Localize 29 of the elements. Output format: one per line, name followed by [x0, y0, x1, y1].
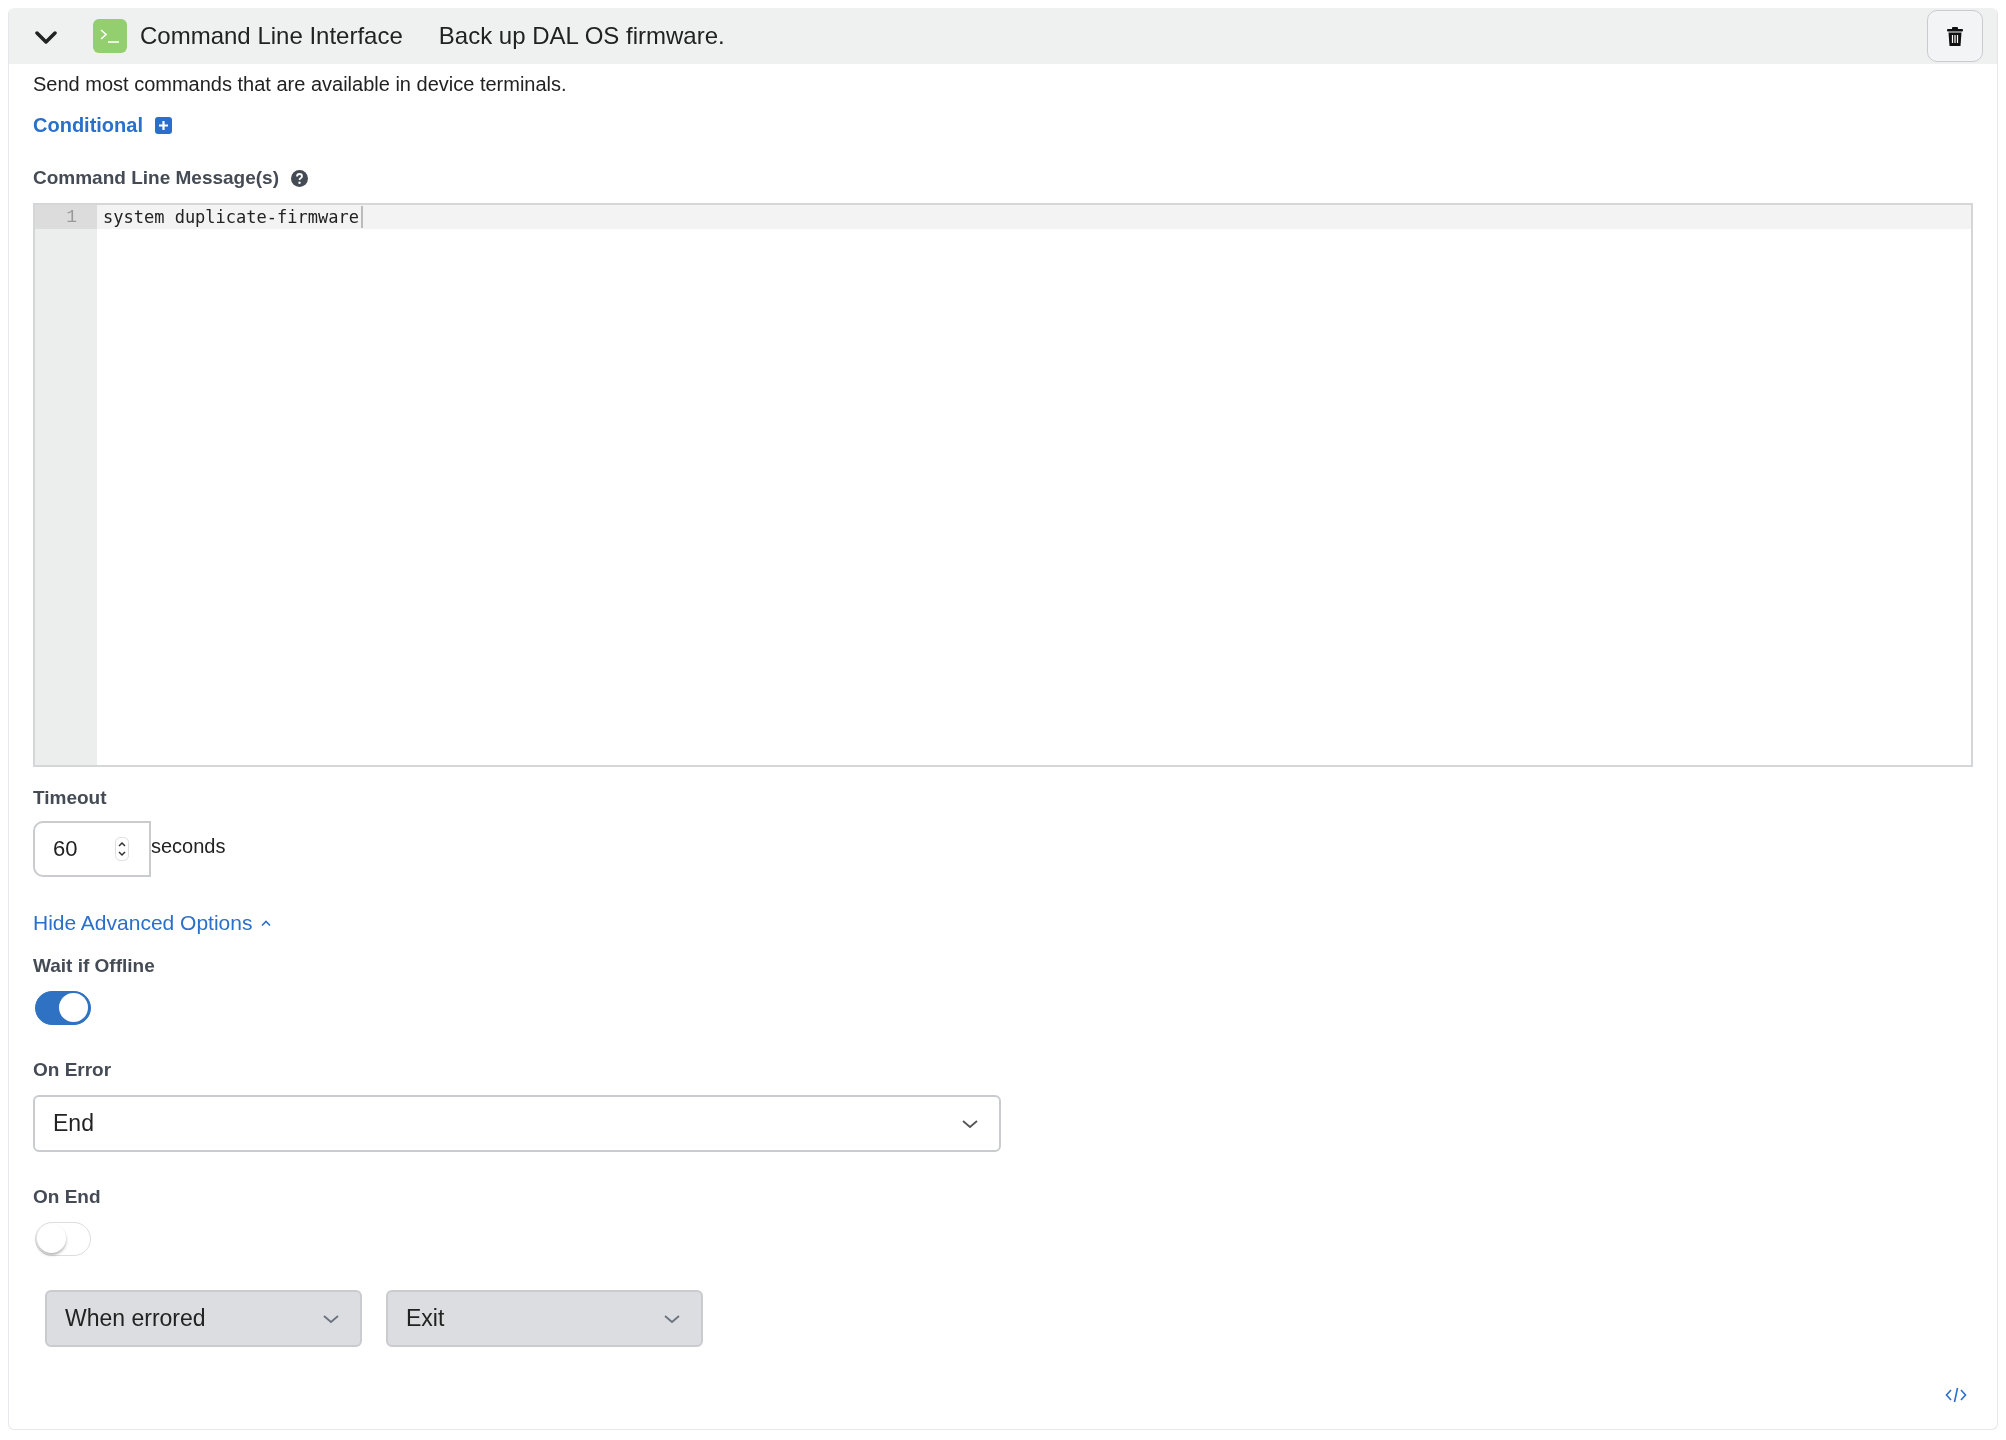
block-name: Back up DAL OS firmware. [438, 22, 725, 50]
conditional-link[interactable]: Conditional [33, 114, 143, 137]
delete-button[interactable] [1927, 10, 1983, 62]
caret-icon [961, 1118, 979, 1129]
field-label: Wait if Offline [33, 955, 156, 977]
code-line: system duplicate-firmware [103, 206, 359, 229]
spinner-icon[interactable] [115, 837, 129, 861]
advanced-options-link[interactable]: Hide Advanced Options [33, 911, 253, 935]
code-icon[interactable] [1945, 1387, 1967, 1403]
add-icon[interactable] [155, 117, 172, 134]
caret-icon[interactable] [260, 919, 273, 927]
chevron-icon[interactable] [35, 31, 57, 45]
help-icon[interactable] [291, 169, 308, 187]
number-field[interactable]: 60 [33, 821, 151, 877]
block-type-title: Command Line Interface [140, 22, 403, 50]
code-editor[interactable]: 1 system duplicate-firmware [33, 203, 1973, 767]
field-label: On Error [33, 1059, 113, 1081]
line-number: 1 [35, 205, 97, 229]
caret-icon [663, 1313, 681, 1324]
toggle-switch[interactable] [35, 991, 91, 1025]
terminal-icon [93, 19, 127, 53]
unit-label: seconds [151, 835, 226, 858]
field-label: Command Line Message(s) [33, 167, 279, 189]
select-field[interactable]: End [33, 1095, 1001, 1152]
field-label: Timeout [33, 787, 108, 809]
description: Send most commands that are available in device terminals. [33, 73, 568, 96]
trash-icon [1947, 26, 1963, 46]
field-label: On End [33, 1186, 102, 1208]
caret-icon [322, 1313, 340, 1324]
